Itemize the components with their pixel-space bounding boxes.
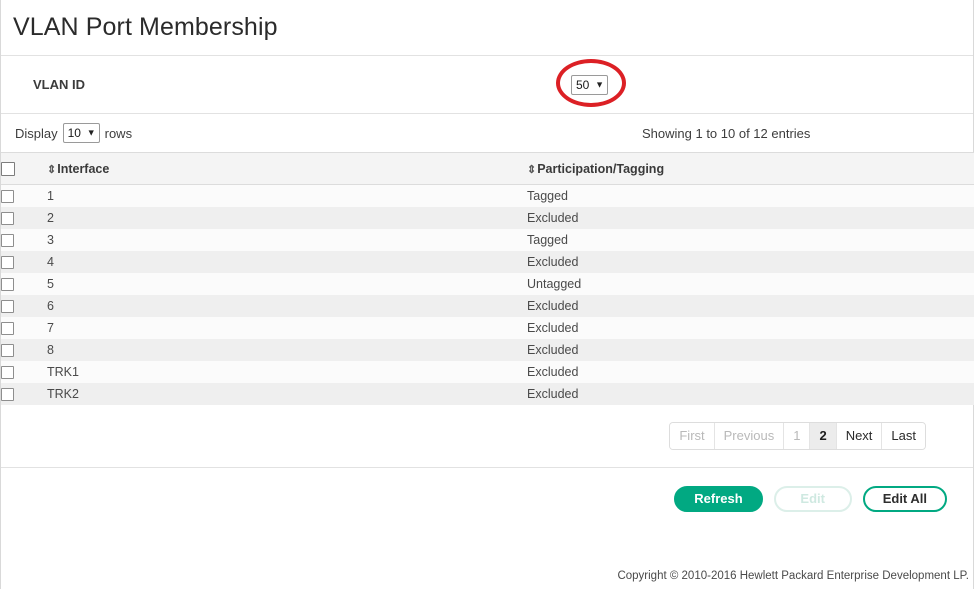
select-all-checkbox[interactable] xyxy=(1,161,15,176)
table-row[interactable]: 6 Excluded xyxy=(1,295,974,317)
pagination-previous[interactable]: Previous xyxy=(714,423,785,449)
pagination-first[interactable]: First xyxy=(670,423,715,449)
page-header: VLAN Port Membership xyxy=(1,0,973,56)
table-row[interactable]: 8 Excluded xyxy=(1,339,974,361)
interface-cell: 5 xyxy=(47,273,527,295)
row-checkbox[interactable] xyxy=(1,212,14,226)
select-all-header xyxy=(1,152,47,185)
table-head: ⇕Interface ⇕Participation/Tagging xyxy=(1,152,974,185)
pagination-row: First Previous 1 2 Next Last xyxy=(1,405,973,467)
table-row[interactable]: 5 Untagged xyxy=(1,273,974,295)
vlan-id-select[interactable]: 50 xyxy=(571,74,608,95)
refresh-button[interactable]: Refresh xyxy=(674,485,763,512)
table-row[interactable]: 3 Tagged xyxy=(1,229,974,251)
row-select-cell xyxy=(1,273,47,295)
row-checkbox[interactable] xyxy=(1,190,14,204)
showing-entries-text: Showing 1 to 10 of 12 entries xyxy=(642,125,811,141)
table-body: 1 Tagged 2 Excluded 3 Tagged 4 Excluded … xyxy=(1,184,974,405)
row-checkbox[interactable] xyxy=(1,234,14,248)
copyright-text: Copyright © 2010-2016 Hewlett Packard En… xyxy=(617,570,969,582)
table-row[interactable]: TRK2 Excluded xyxy=(1,383,974,405)
participation-cell: Excluded xyxy=(527,317,974,339)
table-row[interactable]: 2 Excluded xyxy=(1,207,974,229)
row-checkbox[interactable] xyxy=(1,322,14,336)
row-checkbox[interactable] xyxy=(1,344,14,358)
display-rows-group: Display 10 ▼ rows xyxy=(15,123,132,143)
vlan-id-filter-row: VLAN ID 50 ▼ xyxy=(1,56,973,114)
row-select-cell xyxy=(1,383,47,405)
pagination-page-2[interactable]: 2 xyxy=(810,423,837,449)
participation-cell: Excluded xyxy=(527,207,974,229)
participation-cell: Excluded xyxy=(527,361,974,383)
participation-cell: Excluded xyxy=(527,251,974,273)
interface-cell: 4 xyxy=(47,251,527,273)
interface-cell: TRK2 xyxy=(47,383,527,405)
row-checkbox[interactable] xyxy=(1,366,14,380)
row-select-cell xyxy=(1,184,47,207)
vlan-id-select-wrapper: 50 ▼ xyxy=(571,74,608,95)
interface-cell: 2 xyxy=(47,207,527,229)
row-select-cell xyxy=(1,229,47,251)
interface-cell: 1 xyxy=(47,184,527,207)
row-checkbox[interactable] xyxy=(1,256,14,270)
row-select-cell xyxy=(1,361,47,383)
sort-icon[interactable]: ⇕ xyxy=(527,164,536,176)
row-checkbox[interactable] xyxy=(1,388,14,402)
interface-cell: TRK1 xyxy=(47,361,527,383)
display-label: Display xyxy=(15,125,58,141)
participation-column-header[interactable]: ⇕Participation/Tagging xyxy=(527,152,974,185)
edit-button: Edit xyxy=(773,485,852,512)
interface-cell: 7 xyxy=(47,317,527,339)
row-checkbox[interactable] xyxy=(1,278,14,292)
table-row[interactable]: TRK1 Excluded xyxy=(1,361,974,383)
row-select-cell xyxy=(1,295,47,317)
pagination-page-1[interactable]: 1 xyxy=(784,423,811,449)
interface-column-header[interactable]: ⇕Interface xyxy=(47,152,527,185)
sort-icon[interactable]: ⇕ xyxy=(47,164,56,176)
pagination: First Previous 1 2 Next Last xyxy=(669,422,926,450)
row-checkbox[interactable] xyxy=(1,300,14,314)
interface-column-label: Interface xyxy=(57,161,110,176)
vlan-id-label: VLAN ID xyxy=(33,77,85,92)
participation-cell: Excluded xyxy=(527,383,974,405)
page-title: VLAN Port Membership xyxy=(13,13,278,41)
participation-cell: Tagged xyxy=(527,184,974,207)
interface-cell: 6 xyxy=(47,295,527,317)
interface-cell: 8 xyxy=(47,339,527,361)
interface-cell: 3 xyxy=(47,229,527,251)
table-row[interactable]: 1 Tagged xyxy=(1,184,974,207)
participation-column-label: Participation/Tagging xyxy=(537,161,665,176)
row-select-cell xyxy=(1,251,47,273)
rows-per-page-select-box[interactable]: 10 ▼ xyxy=(62,123,100,143)
action-bar: Refresh Edit Edit All xyxy=(1,467,973,529)
pagination-next[interactable]: Next xyxy=(836,423,883,449)
vlan-port-membership-page: VLAN Port Membership VLAN ID 50 ▼ Displa… xyxy=(0,0,974,589)
rows-per-page-select[interactable]: 10 xyxy=(62,123,100,143)
edit-all-button[interactable]: Edit All xyxy=(862,485,947,512)
participation-cell: Tagged xyxy=(527,229,974,251)
vlan-id-select-box[interactable]: 50 ▼ xyxy=(571,74,608,95)
row-select-cell xyxy=(1,207,47,229)
participation-cell: Excluded xyxy=(527,339,974,361)
table-row[interactable]: 7 Excluded xyxy=(1,317,974,339)
pagination-last[interactable]: Last xyxy=(882,423,925,449)
vlan-port-table: ⇕Interface ⇕Participation/Tagging 1 Tagg… xyxy=(1,152,974,405)
participation-cell: Untagged xyxy=(527,273,974,295)
rows-label: rows xyxy=(104,125,133,141)
row-select-cell xyxy=(1,339,47,361)
table-header-row: ⇕Interface ⇕Participation/Tagging xyxy=(1,152,974,185)
row-select-cell xyxy=(1,317,47,339)
participation-cell: Excluded xyxy=(527,295,974,317)
table-controls: Display 10 ▼ rows Showing 1 to 10 of 12 … xyxy=(1,114,973,152)
footer: Copyright © 2010-2016 Hewlett Packard En… xyxy=(1,563,973,589)
table-row[interactable]: 4 Excluded xyxy=(1,251,974,273)
